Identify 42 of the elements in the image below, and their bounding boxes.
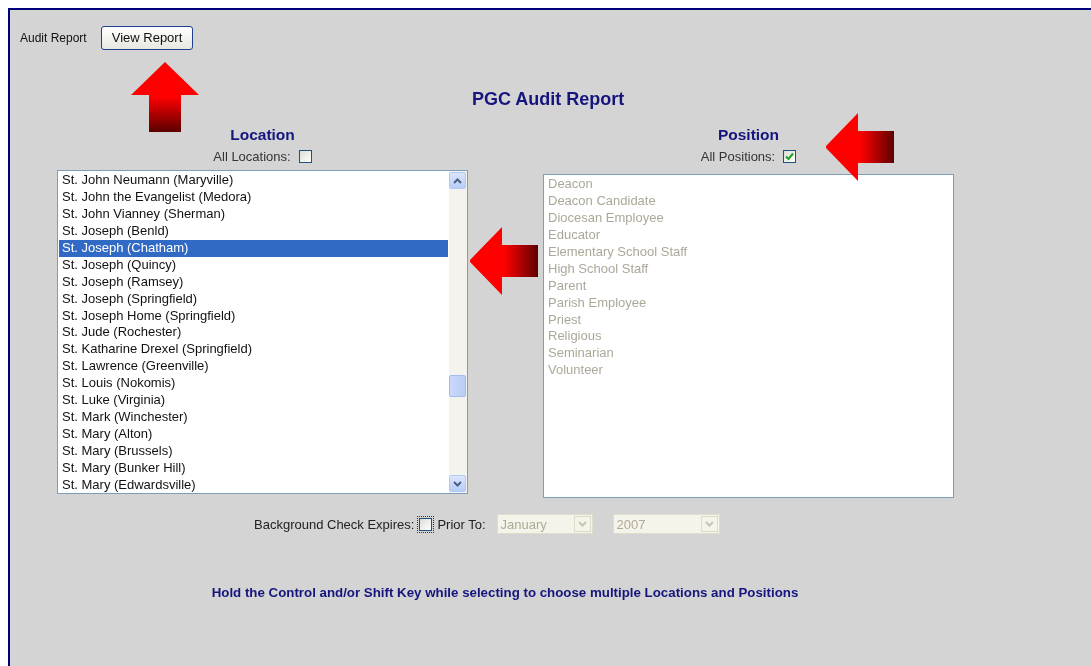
checkbox-label: All Locations: <box>213 147 291 166</box>
list-option[interactable]: St. Joseph (Quincy) <box>59 256 448 274</box>
hint-text: Hold the Control and/or Shift Key while selecting to choose multiple Locations and Positions <box>210 584 800 603</box>
list-option[interactable]: St. John Vianney (Sherman) <box>59 206 448 223</box>
arrow-icon <box>131 62 199 132</box>
field-label: Prior To: <box>437 515 486 534</box>
caret-icon <box>573 516 591 533</box>
list-option[interactable]: St. Joseph (Ramsey) <box>59 273 448 291</box>
arrow-icon <box>470 226 538 296</box>
scroll-thumb[interactable] <box>449 375 466 398</box>
checkbox-label: All Positions: <box>700 147 776 166</box>
list-option[interactable]: St. Mary (Brussels) <box>59 442 448 460</box>
section-heading: Location <box>230 124 295 145</box>
list-option[interactable]: St. Joseph (Benld) <box>59 222 448 240</box>
list-option[interactable]: St. Joseph (Springfield) <box>59 290 448 308</box>
view-report-button[interactable]: View Report <box>100 26 194 50</box>
all-locations-checkbox[interactable] <box>298 150 312 163</box>
list-option[interactable]: St. John the Evangelist (Medora) <box>59 189 448 207</box>
location-list[interactable] <box>57 170 468 495</box>
list-option[interactable]: St. Mary (Alton) <box>59 425 448 443</box>
section-heading: Position <box>717 124 780 145</box>
chevron-up-icon <box>453 177 462 184</box>
list-option[interactable]: St. Louis (Nokomis) <box>59 375 448 393</box>
scroll-down-button[interactable] <box>449 475 466 493</box>
list-option[interactable]: St. Joseph Home (Springfield) <box>59 307 448 325</box>
list-option[interactable]: St. Lawrence (Greenville) <box>59 358 448 376</box>
caret-icon <box>700 516 718 533</box>
list-option[interactable]: St. Mark (Winchester) <box>59 408 448 426</box>
list-option[interactable]: St. Luke (Virginia) <box>59 392 448 409</box>
list-option[interactable]: St. Mary (Bunker Hill) <box>59 459 448 477</box>
list-option[interactable]: St. Mary (Edwardsville) <box>59 476 448 494</box>
field-label: Background Check Expires: <box>254 515 415 534</box>
list-option[interactable]: St. Katharine Drexel (Springfield) <box>59 341 448 359</box>
scrollbar[interactable] <box>449 171 467 494</box>
report-title: PGC Audit Report <box>471 87 626 111</box>
arrow-icon <box>826 112 894 182</box>
scroll-up-button[interactable] <box>449 172 466 190</box>
list-option[interactable]: St. Jude (Rochester) <box>59 324 448 342</box>
page-label: Audit Report <box>20 29 87 47</box>
list-option[interactable]: St. John Neumann (Maryville) <box>59 172 448 190</box>
list-option[interactable]: St. Joseph (Chatham) <box>59 239 448 257</box>
chevron-down-icon <box>453 480 462 487</box>
